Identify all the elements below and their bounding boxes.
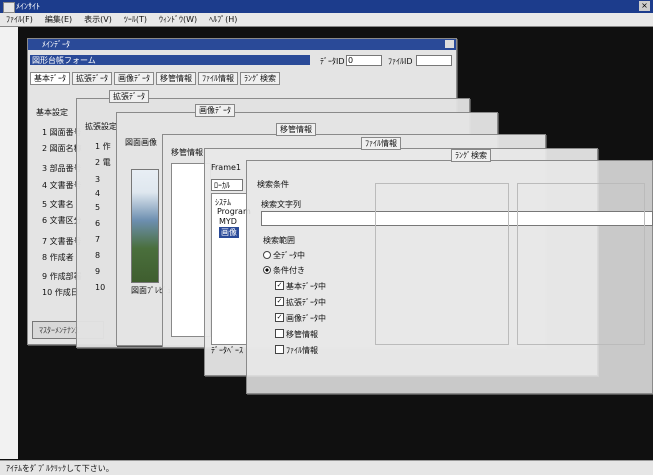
menu-edit[interactable]: 編集(E) xyxy=(39,13,78,25)
close-icon[interactable] xyxy=(445,40,454,48)
ext-field-label: 2 電 xyxy=(95,158,111,167)
main-form-title: ﾒｲﾝﾃﾞｰﾀ xyxy=(42,40,70,49)
extended-section-title: 拡張設定 xyxy=(85,122,117,131)
radio-checked-icon xyxy=(263,266,271,274)
radio-conditional[interactable]: 条件付き xyxy=(263,265,343,275)
menu-window[interactable]: ｳｨﾝﾄﾞｳ(W) xyxy=(153,13,203,25)
results-panel xyxy=(517,183,645,345)
file-id-label: ﾌｧｲﾙID xyxy=(388,57,413,66)
tree-node[interactable]: MYD xyxy=(219,217,237,226)
search-tab-title[interactable]: ﾗﾝｸﾞ検索 xyxy=(451,149,491,162)
ext-field-label: 7 xyxy=(95,235,101,244)
ext-field-label: 4 xyxy=(95,189,101,198)
scope-label: 検索範囲 xyxy=(263,236,295,245)
data-id-field[interactable]: 0 xyxy=(346,55,382,66)
check-image-data[interactable]: ✓ 画像ﾃﾞｰﾀ中 xyxy=(275,313,365,323)
checkbox-checked-icon: ✓ xyxy=(275,297,284,306)
check-basic-data[interactable]: ✓ 基本ﾃﾞｰﾀ中 xyxy=(275,281,365,291)
check-transfer-info[interactable]: 移管情報 xyxy=(275,329,365,339)
tab-extended[interactable]: 拡張ﾃﾞｰﾀ xyxy=(72,72,112,85)
status-text: ｱｲﾃﾑをﾀﾞﾌﾞﾙｸﾘｯｸして下さい。 xyxy=(6,464,114,473)
field-label: 5 文書名 xyxy=(42,200,74,209)
form-header-label: 図形台帳フォーム xyxy=(32,56,96,65)
data-id-label: ﾃﾞｰﾀID xyxy=(320,57,345,66)
basic-section-title: 基本設定 xyxy=(36,108,68,117)
ext-field-label: 3 xyxy=(95,175,101,184)
app-close-button[interactable]: × xyxy=(639,1,650,11)
menu-tools[interactable]: ﾂｰﾙ(T) xyxy=(118,13,153,25)
drive-dropdown[interactable]: ﾛｰｶﾙ xyxy=(211,179,243,191)
transfer-tab-title[interactable]: 移管情報 xyxy=(276,123,316,136)
keyword-label: 検索文字列 xyxy=(261,200,301,209)
tab-transfer[interactable]: 移管情報 xyxy=(156,72,196,85)
drawing-thumbnail xyxy=(131,169,159,283)
field-label: 10 作成日 xyxy=(42,288,79,297)
image-tab-title[interactable]: 画像ﾃﾞｰﾀ xyxy=(195,104,235,117)
folder-tree[interactable]: ｼｽﾃﾑ Program MYD 画像 xyxy=(211,193,251,345)
check-file-info[interactable]: ﾌｧｲﾙ情報 xyxy=(275,345,365,355)
ext-field-label: 6 xyxy=(95,219,101,228)
tab-search[interactable]: ﾗﾝｸﾞ検索 xyxy=(240,72,280,85)
ext-field-label: 5 xyxy=(95,203,101,212)
field-label: 8 作成者 xyxy=(42,253,74,262)
left-margin xyxy=(0,27,18,459)
app-titlebar: ﾒｲﾝｻｲﾄ × xyxy=(0,0,653,13)
file-id-field[interactable] xyxy=(416,55,452,66)
menu-file[interactable]: ﾌｧｲﾙ(F) xyxy=(0,13,39,25)
checkbox-unchecked-icon xyxy=(275,329,284,338)
main-form-titlebar: ﾒｲﾝﾃﾞｰﾀ xyxy=(28,39,456,50)
ext-field-label: 10 xyxy=(95,283,106,292)
tab-basic[interactable]: 基本ﾃﾞｰﾀ xyxy=(30,72,70,85)
file-tab-title[interactable]: ﾌｧｲﾙ情報 xyxy=(361,137,401,150)
ext-field-label: 9 xyxy=(95,267,101,276)
options-panel xyxy=(375,183,509,345)
check-extended-data[interactable]: ✓ 拡張ﾃﾞｰﾀ中 xyxy=(275,297,365,307)
ext-field-label: 8 xyxy=(95,251,101,260)
checkbox-checked-icon: ✓ xyxy=(275,313,284,322)
file-frame-title: Frame1 xyxy=(211,163,242,172)
checkbox-unchecked-icon xyxy=(275,345,284,354)
menu-help[interactable]: ﾍﾙﾌﾟ(H) xyxy=(203,13,243,25)
app-icon xyxy=(3,2,15,13)
checkbox-checked-icon: ✓ xyxy=(275,281,284,290)
main-form-header: 図形台帳フォーム xyxy=(30,55,310,65)
extended-tab-title[interactable]: 拡張ﾃﾞｰﾀ xyxy=(109,90,149,103)
transfer-section-title: 移管情報 xyxy=(171,148,203,157)
ext-field-label: 1 作 xyxy=(95,142,111,151)
tab-file[interactable]: ﾌｧｲﾙ情報 xyxy=(198,72,238,85)
image-section-title: 図面画像 xyxy=(125,138,157,147)
menu-view[interactable]: 表示(V) xyxy=(78,13,118,25)
radio-all-data[interactable]: 全ﾃﾞｰﾀ中 xyxy=(263,250,343,260)
search-window: ﾗﾝｸﾞ検索 検索条件 検索文字列 検索範囲 全ﾃﾞｰﾀ中 条件付き ✓ 基本ﾃ… xyxy=(246,149,653,394)
radio-circle-icon xyxy=(263,251,271,259)
menu-bar: ﾌｧｲﾙ(F) 編集(E) 表示(V) ﾂｰﾙ(T) ｳｨﾝﾄﾞｳ(W) ﾍﾙﾌﾟ(H) xyxy=(0,13,653,27)
app-title: ﾒｲﾝｻｲﾄ xyxy=(16,2,40,11)
database-label: ﾃﾞｰﾀﾍﾞｰｽ xyxy=(211,346,243,355)
status-bar: ｱｲﾃﾑをﾀﾞﾌﾞﾙｸﾘｯｸして下さい。 xyxy=(0,460,653,475)
main-tabs: 基本ﾃﾞｰﾀ 拡張ﾃﾞｰﾀ 画像ﾃﾞｰﾀ 移管情報 ﾌｧｲﾙ情報 ﾗﾝｸﾞ検索 xyxy=(30,72,330,85)
tab-image[interactable]: 画像ﾃﾞｰﾀ xyxy=(114,72,154,85)
search-section-title: 検索条件 xyxy=(257,180,289,189)
tree-node-selected[interactable]: 画像 xyxy=(219,227,239,238)
